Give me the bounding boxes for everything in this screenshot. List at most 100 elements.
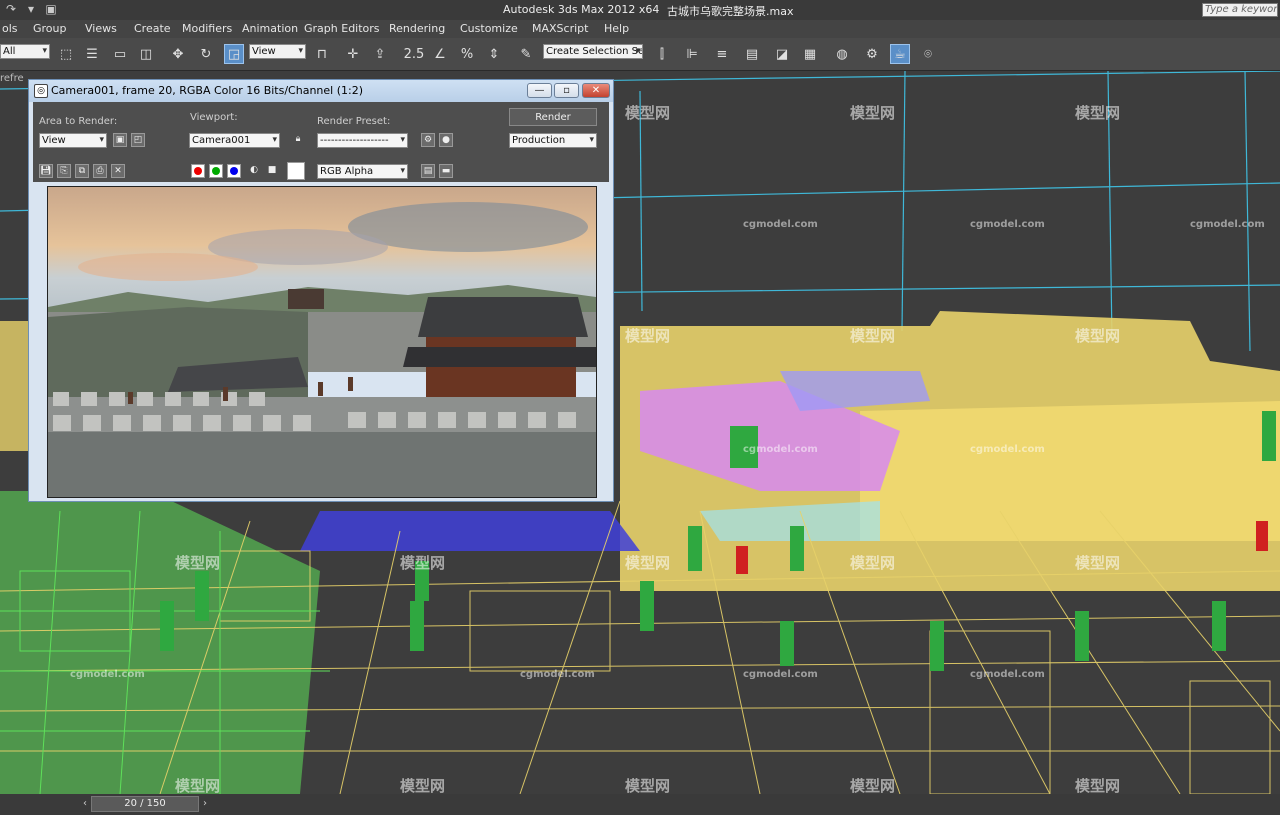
auto-region-icon[interactable]: ◰ <box>131 133 145 147</box>
blue-channel-toggle[interactable] <box>227 164 241 178</box>
viewport-dropdown[interactable]: Camera001 <box>189 133 280 148</box>
watermark-site: cgmodel.com <box>1190 219 1265 230</box>
menu-maxscript[interactable]: MAXScript <box>532 22 588 35</box>
menu-rendering[interactable]: Rendering <box>389 22 445 35</box>
minimize-button[interactable]: — <box>527 83 552 98</box>
red-channel-toggle[interactable] <box>191 164 205 178</box>
snaps-toggle-icon[interactable]: 2.5 <box>404 44 425 64</box>
watermark-logo: 模型网 <box>400 554 446 572</box>
watermark-logo: 模型网 <box>1075 327 1121 345</box>
render-setup-icon[interactable]: ⚙ <box>862 44 882 64</box>
menu-modifiers[interactable]: Modifiers <box>182 22 232 35</box>
watermark-logo: 模型网 <box>175 777 221 795</box>
render-setup-icon[interactable]: ⚙ <box>421 133 435 147</box>
watermark-site: cgmodel.com <box>743 219 818 230</box>
clone-window-icon[interactable]: ⧉ <box>75 164 89 178</box>
render-preset-dropdown[interactable]: ------------------- <box>317 133 408 148</box>
menu-customize[interactable]: Customize <box>460 22 518 35</box>
menu-group[interactable]: Group <box>33 22 67 35</box>
selection-filter-dropdown[interactable]: All <box>0 44 50 59</box>
environment-icon[interactable]: ● <box>439 133 453 147</box>
menu-create[interactable]: Create <box>134 22 171 35</box>
toggle-ui-icon[interactable]: ▬ <box>439 164 453 178</box>
project-icon[interactable]: ▣ <box>44 2 58 16</box>
edit-named-selection-icon[interactable]: ✎ <box>516 44 536 64</box>
viewport-label[interactable]: refre <box>0 73 24 84</box>
watermark-site: cgmodel.com <box>970 219 1045 230</box>
rotate-icon[interactable]: ↻ <box>196 44 216 64</box>
lock-icon[interactable]: 🔒︎ <box>291 133 305 147</box>
menu-help[interactable]: Help <box>604 22 629 35</box>
title-bar: ↷ ▾ ▣ Autodesk 3ds Max 2012 x64 古城市乌歌完整场… <box>0 0 1280 20</box>
dropdown-icon[interactable]: ▾ <box>24 2 38 16</box>
curve-editor-icon[interactable]: ◪ <box>772 44 792 64</box>
watermark-logo: 模型网 <box>175 554 221 572</box>
scale-icon[interactable]: ◲ <box>224 44 244 64</box>
display-channel-dropdown[interactable]: RGB Alpha <box>317 164 408 179</box>
watermark-site: cgmodel.com <box>520 669 595 680</box>
quick-access-toolbar: ↷ ▾ ▣ <box>4 2 58 16</box>
ribbon-icon[interactable]: ▤ <box>742 44 762 64</box>
maximize-button[interactable]: ▫ <box>554 83 579 98</box>
watermark-site: cgmodel.com <box>743 444 818 455</box>
rendered-frame-window: ◎ Camera001, frame 20, RGBA Color 16 Bit… <box>28 79 614 502</box>
production-dropdown[interactable]: Production <box>509 133 597 148</box>
render-production-icon[interactable]: ⌾ <box>918 44 938 64</box>
alpha-channel-icon[interactable]: ◐ <box>247 164 261 178</box>
render-window-title: Camera001, frame 20, RGBA Color 16 Bits/… <box>51 84 364 97</box>
select-by-name-icon[interactable]: ☰ <box>82 44 102 64</box>
redo-icon[interactable]: ↷ <box>4 2 18 16</box>
angle-snap-icon[interactable]: ∠ <box>430 44 450 64</box>
menu-bar: ols Group Views Create Modifiers Animati… <box>0 20 1280 38</box>
menu-graph-editors[interactable]: Graph Editors <box>304 22 380 35</box>
next-frame-icon[interactable]: › <box>200 797 210 811</box>
move-icon[interactable]: ✥ <box>168 44 188 64</box>
named-selection-dropdown[interactable]: Create Selection Se <box>543 44 643 59</box>
menu-tools[interactable]: ols <box>2 22 18 35</box>
select-object-icon[interactable]: ⬚ <box>56 44 76 64</box>
close-button[interactable]: ✕ <box>582 83 610 98</box>
green-channel-toggle[interactable] <box>209 164 223 178</box>
watermark-site: cgmodel.com <box>970 669 1045 680</box>
toggle-ui-overlay-icon[interactable]: ▤ <box>421 164 435 178</box>
color-swatch[interactable] <box>287 162 305 180</box>
reference-coordinate-dropdown[interactable]: View <box>249 44 306 59</box>
select-manipulate-icon[interactable]: ✛ <box>343 44 363 64</box>
align-icon[interactable]: ⊫ <box>682 44 702 64</box>
watermark-logo: 模型网 <box>850 554 896 572</box>
spinner-snap-icon[interactable]: ⇕ <box>484 44 504 64</box>
monochrome-icon[interactable]: ■ <box>265 164 279 178</box>
watermark-logo: 模型网 <box>1075 777 1121 795</box>
mirror-icon[interactable]: ⫿ <box>652 44 672 64</box>
clear-icon[interactable]: ✕ <box>111 164 125 178</box>
menu-views[interactable]: Views <box>85 22 117 35</box>
search-input[interactable]: Type a keyword <box>1202 3 1278 17</box>
copy-image-icon[interactable]: ⎘ <box>57 164 71 178</box>
edit-region-icon[interactable]: ▣ <box>113 133 127 147</box>
menu-animation[interactable]: Animation <box>242 22 298 35</box>
material-editor-icon[interactable]: ◍ <box>832 44 852 64</box>
layer-manager-icon[interactable]: ≡ <box>712 44 732 64</box>
render-button[interactable]: Render <box>509 108 597 126</box>
save-image-icon[interactable]: 💾︎ <box>39 164 53 178</box>
rect-selection-icon[interactable]: ▭ <box>110 44 130 64</box>
keyboard-shortcut-icon[interactable]: ⇪ <box>370 44 390 64</box>
watermark-logo: 模型网 <box>850 327 896 345</box>
print-image-icon[interactable]: ⎙ <box>93 164 107 178</box>
percent-snap-icon[interactable]: % <box>457 44 477 64</box>
time-slider[interactable]: 20 / 150 <box>91 796 199 812</box>
schematic-view-icon[interactable]: ▦ <box>800 44 820 64</box>
rendered-image <box>47 186 597 498</box>
app-title: Autodesk 3ds Max 2012 x64 <box>503 3 660 16</box>
previous-frame-icon[interactable]: ‹ <box>80 797 90 811</box>
window-crossing-icon[interactable]: ◫ <box>136 44 156 64</box>
area-to-render-label: Area to Render: <box>39 116 118 127</box>
rendered-frame-window-icon[interactable]: ☕ <box>890 44 910 64</box>
rendered-city-image <box>48 187 596 497</box>
watermark-logo: 模型网 <box>625 777 671 795</box>
area-to-render-dropdown[interactable]: View <box>39 133 107 148</box>
render-window-titlebar[interactable]: ◎ Camera001, frame 20, RGBA Color 16 Bit… <box>29 80 613 102</box>
pivot-icon[interactable]: ⊓ <box>312 44 332 64</box>
watermark-site: cgmodel.com <box>70 669 145 680</box>
render-preset-label: Render Preset: <box>317 116 391 127</box>
